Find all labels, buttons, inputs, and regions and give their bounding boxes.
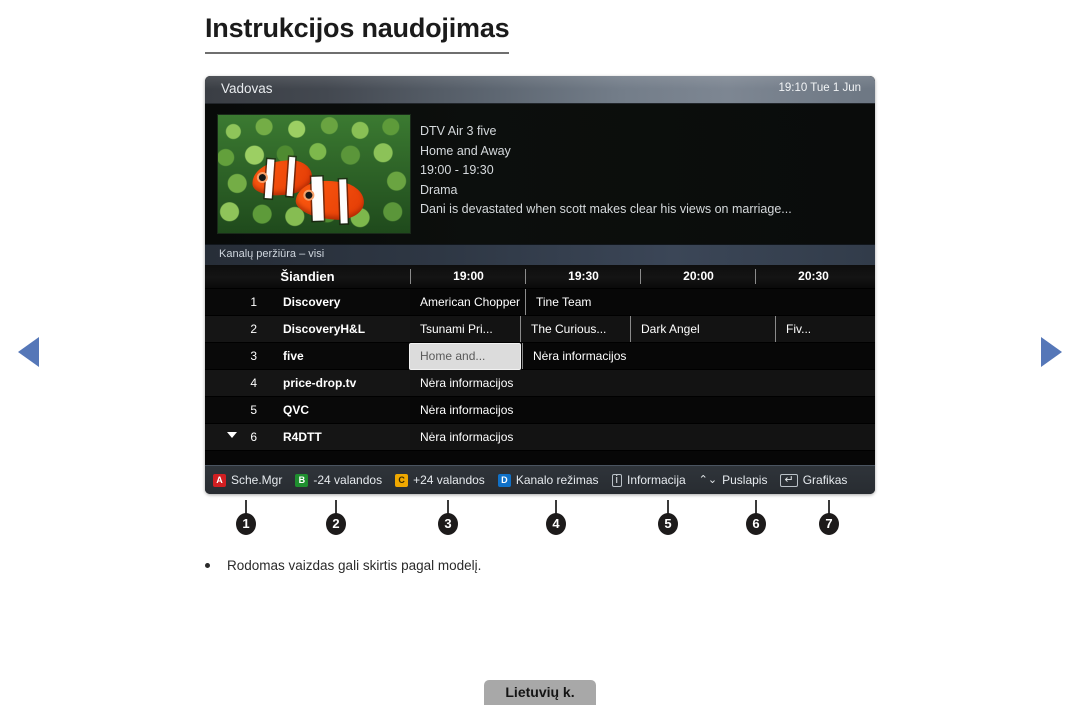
program-cell[interactable]: Dark Angel [630,316,775,342]
next-page-arrow-icon[interactable] [1041,337,1062,367]
footnote-text: Rodomas vaizdas gali skirtis pagal model… [227,558,482,573]
callout-number: 5 [658,513,678,535]
language-pill[interactable]: Lietuvių k. [484,680,596,705]
key-item[interactable]: ↵ Grafikas [780,473,847,487]
callout-number: 2 [326,513,346,535]
key-item[interactable]: B -24 valandos [295,473,382,487]
enter-icon: ↵ [780,473,798,487]
callout-number: 7 [819,513,839,535]
today-label: Šiandien [280,269,335,284]
channel-number: 1 [250,295,257,309]
program-details: DTV Air 3 five Home and Away 19:00 - 19:… [420,122,861,220]
footnote: Rodomas vaizdas gali skirtis pagal model… [205,558,481,573]
key-item[interactable]: ⌃⌄ Puslapis [699,473,768,487]
color-key-red-icon: A [213,473,226,487]
program-cell[interactable]: The Curious... [520,316,630,342]
channel-name: QVC [283,403,310,417]
channel-name: Discovery [283,295,341,309]
guide-titlebar: Vadovas 19:10 Tue 1 Jun [205,76,875,104]
clownfish-anemone-thumbnail [218,115,410,233]
program-cell[interactable]: Nėra informacijos [410,397,875,423]
program-description: Dani is devastated when scott makes clea… [420,202,792,217]
channel-view-bar: Kanalų peržiūra – visi [205,244,875,265]
time-header-row: Šiandien 19:00 19:30 20:00 20:30 [205,265,875,289]
channel-number: 2 [250,322,257,336]
up-down-chevron-icon: ⌃⌄ [698,473,718,486]
key-label: Sche.Mgr [231,473,283,487]
bullet-icon [205,562,210,568]
tv-guide-window: Vadovas 19:10 Tue 1 Jun DTV Air 3 five H… [205,76,875,494]
guide-clock: 19:10 Tue 1 Jun [778,82,861,94]
key-label: +24 valandos [413,473,485,487]
guide-window-title: Vadovas [221,81,273,96]
time-slot-2030: 20:30 [755,269,871,284]
program-cell[interactable]: Tsunami Pri... [410,316,520,342]
program-channel: DTV Air 3 five [420,124,497,138]
callout-number: 1 [236,513,256,535]
key-label: Grafikas [802,473,848,487]
channel-name: DiscoveryH&L [283,322,366,336]
page-title: Instrukcijos naudojimas [205,13,510,54]
key-item[interactable]: C +24 valandos [395,473,485,487]
key-label: -24 valandos [313,473,383,487]
program-title: Home and Away [420,143,511,158]
program-cell[interactable]: Fiv... [775,316,875,342]
program-time: 19:00 - 19:30 [420,163,494,178]
key-item[interactable]: A Sche.Mgr [213,473,282,487]
time-slot-1900: 19:00 [410,269,526,284]
table-row[interactable]: 1 Discovery American Chopper Tine Team [205,289,875,316]
program-cell-selected[interactable]: Home and... [410,344,520,369]
info-icon: i [611,473,622,487]
program-cell[interactable]: Tine Team [525,289,875,315]
table-row[interactable]: 6 R4DTT Nėra informacijos [205,424,875,451]
color-key-green-icon: B [295,473,309,487]
color-key-yellow-icon: C [395,473,409,487]
program-grid: 1 Discovery American Chopper Tine Team 2 Disc… [205,289,875,451]
key-item[interactable]: i Informacija [611,473,686,487]
channel-number: 3 [250,349,257,363]
program-cell[interactable]: Nėra informacijos [410,424,875,450]
prev-page-arrow-icon[interactable] [18,337,39,367]
program-preview-panel: DTV Air 3 five Home and Away 19:00 - 19:… [205,104,875,244]
program-cell[interactable]: American Chopper [410,289,525,315]
table-row[interactable]: 4 price-drop.tv Nėra informacijos [205,370,875,397]
channel-number: 5 [250,403,257,417]
key-label: Informacija [626,473,686,487]
key-label: Puslapis [722,473,768,487]
color-key-blue-icon: D [497,473,511,487]
table-row[interactable]: 2 DiscoveryH&L Tsunami Pri... The Curious..… [205,316,875,343]
color-key-bar: A Sche.Mgr B -24 valandos C +24 valandos D Kana… [205,465,875,494]
program-genre: Drama [420,182,458,197]
channel-name: R4DTT [283,430,322,444]
program-cell[interactable]: Nėra informacijos [410,370,875,396]
key-label: Kanalo režimas [515,473,599,487]
program-cell[interactable]: Nėra informacijos [522,343,875,369]
callout-number: 4 [546,513,566,535]
callout-number: 3 [438,513,458,535]
key-item[interactable]: D Kanalo režimas [497,473,599,487]
table-row[interactable]: 3 five Home and... Nėra informacijos [205,343,875,370]
channel-name: price-drop.tv [283,376,357,390]
channel-name: five [283,349,304,363]
time-slot-2000: 20:00 [640,269,756,284]
channel-number: 4 [250,376,257,390]
channel-number: 6 [250,430,257,444]
table-row[interactable]: 5 QVC Nėra informacijos [205,397,875,424]
channel-view-label: Kanalų peržiūra – visi [219,248,325,260]
time-slot-1930: 19:30 [525,269,641,284]
callout-number: 6 [746,513,766,535]
